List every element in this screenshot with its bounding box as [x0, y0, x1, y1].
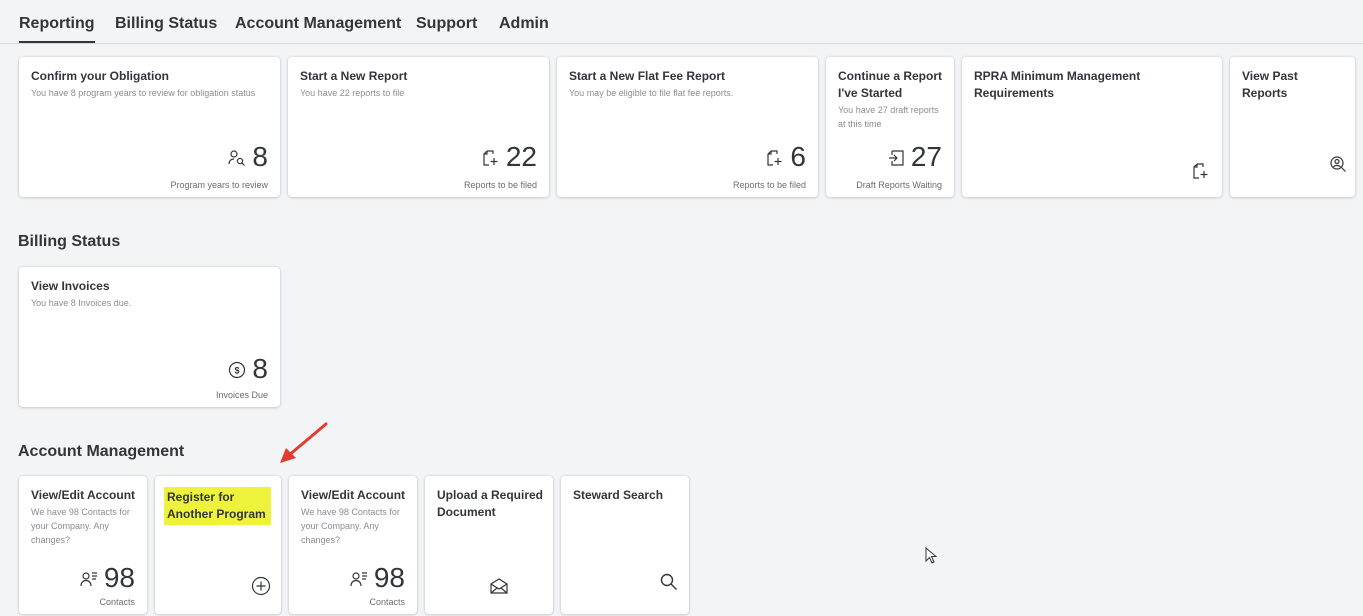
- contacts-list-icon: [80, 572, 97, 587]
- tile-subtitle: You have 8 program years to review for o…: [31, 88, 256, 98]
- tile-kpi: $ 8: [228, 355, 268, 383]
- tile-kpi: 8: [228, 143, 268, 171]
- add-document-icon: [483, 150, 498, 166]
- tile-footer: Draft Reports Waiting: [856, 180, 942, 190]
- tile-subtitle: You have 8 Invoices due.: [31, 298, 132, 308]
- tab-billing-status[interactable]: Billing Status: [115, 15, 217, 33]
- search-icon: [660, 573, 677, 590]
- svg-text:$: $: [235, 366, 240, 376]
- people-search-icon: [228, 150, 246, 166]
- tab-account-management[interactable]: Account Management: [235, 15, 401, 33]
- annotation-arrow: [280, 422, 328, 463]
- tile-steward-search[interactable]: Steward Search: [561, 476, 689, 614]
- tile-kpi: 98: [350, 564, 405, 592]
- tile-footer: Program years to review: [170, 180, 268, 190]
- tile-title: Start a New Flat Fee Report: [569, 69, 726, 83]
- kpi-value: 27: [910, 141, 942, 172]
- tile-kpi: 98: [80, 564, 135, 592]
- tile-footer: Invoices Due: [215, 390, 268, 400]
- tile-title: RPRA Minimum Management Requirements: [974, 69, 1141, 100]
- tile-title: Register for Another Program: [164, 487, 271, 525]
- envelope-icon: [490, 578, 508, 594]
- document-arrow-icon: [888, 150, 904, 166]
- tile-title: View Invoices: [31, 279, 110, 293]
- add-document-icon: [1193, 163, 1208, 179]
- tile-subtitle: You have 27 draft reports at this time: [838, 105, 939, 129]
- contacts-list-icon: [350, 572, 367, 587]
- tile-footer: Reports to be filed: [463, 180, 537, 190]
- tile-continue-report[interactable]: Continue a Report I've Started You have …: [826, 57, 954, 197]
- add-document-icon: [767, 150, 782, 166]
- tile-subtitle: We have 98 Contacts for your Company. An…: [301, 507, 400, 545]
- tile-kpi: 27: [887, 143, 942, 171]
- tile-view-past-reports[interactable]: View Past Reports: [1230, 57, 1355, 197]
- mouse-cursor-icon: [925, 547, 937, 564]
- tile-confirm-obligation[interactable]: Confirm your Obligation You have 8 progr…: [19, 57, 280, 197]
- tile-title: Start a New Report: [300, 69, 408, 83]
- kpi-value: 22: [505, 141, 537, 172]
- tile-footer: Contacts: [99, 597, 135, 607]
- kpi-value: 8: [252, 141, 268, 172]
- person-search-icon: [1330, 156, 1346, 172]
- tile-title: View/Edit Account: [301, 488, 406, 502]
- tile-title: Steward Search: [573, 488, 664, 502]
- tile-view-edit-account[interactable]: View/Edit Account We have 98 Contacts fo…: [19, 476, 147, 614]
- tile-title: View/Edit Account: [31, 488, 136, 502]
- tab-admin[interactable]: Admin: [499, 15, 549, 33]
- tile-title: Continue a Report I've Started: [838, 69, 942, 100]
- tile-register-another-program[interactable]: Register for Another Program: [155, 476, 281, 614]
- tile-start-new-report[interactable]: Start a New Report You have 22 reports t…: [288, 57, 549, 197]
- tile-title: View Past Reports: [1242, 69, 1298, 100]
- kpi-value: 98: [373, 562, 405, 593]
- tile-upload-document[interactable]: Upload a Required Document: [425, 476, 553, 614]
- kpi-value: 6: [790, 141, 806, 172]
- tile-subtitle: You may be eligible to file flat fee rep…: [569, 88, 734, 98]
- tile-footer: Contacts: [369, 597, 405, 607]
- tile-start-flat-fee-report[interactable]: Start a New Flat Fee Report You may be e…: [557, 57, 818, 197]
- tile-footer: Reports to be filed: [732, 180, 806, 190]
- kpi-value: 8: [252, 353, 268, 384]
- kpi-value: 98: [103, 562, 135, 593]
- tile-title: Upload a Required Document: [437, 488, 544, 519]
- tile-subtitle: You have 22 reports to file: [300, 88, 405, 98]
- tile-kpi: 6: [766, 143, 806, 171]
- tile-view-invoices[interactable]: View Invoices You have 8 Invoices due. $…: [19, 267, 280, 407]
- tile-subtitle: We have 98 Contacts for your Company. An…: [31, 507, 130, 545]
- tab-reporting[interactable]: Reporting: [19, 15, 95, 43]
- tile-title: Confirm your Obligation: [31, 69, 169, 83]
- tile-rpra-requirements[interactable]: RPRA Minimum Management Requirements: [962, 57, 1222, 197]
- section-title-account: Account Management: [18, 443, 185, 460]
- highlighted-title: Register for Another Program: [164, 487, 271, 525]
- add-circle-icon: [251, 576, 271, 596]
- dollar-circle-icon: $: [229, 361, 246, 379]
- section-title-billing: Billing Status: [18, 233, 121, 250]
- tile-kpi: 22: [482, 143, 537, 171]
- tab-support[interactable]: Support: [416, 15, 477, 33]
- top-navigation: Reporting Billing Status Account Managem…: [0, 0, 1363, 44]
- tile-view-edit-account-2[interactable]: View/Edit Account We have 98 Contacts fo…: [289, 476, 417, 614]
